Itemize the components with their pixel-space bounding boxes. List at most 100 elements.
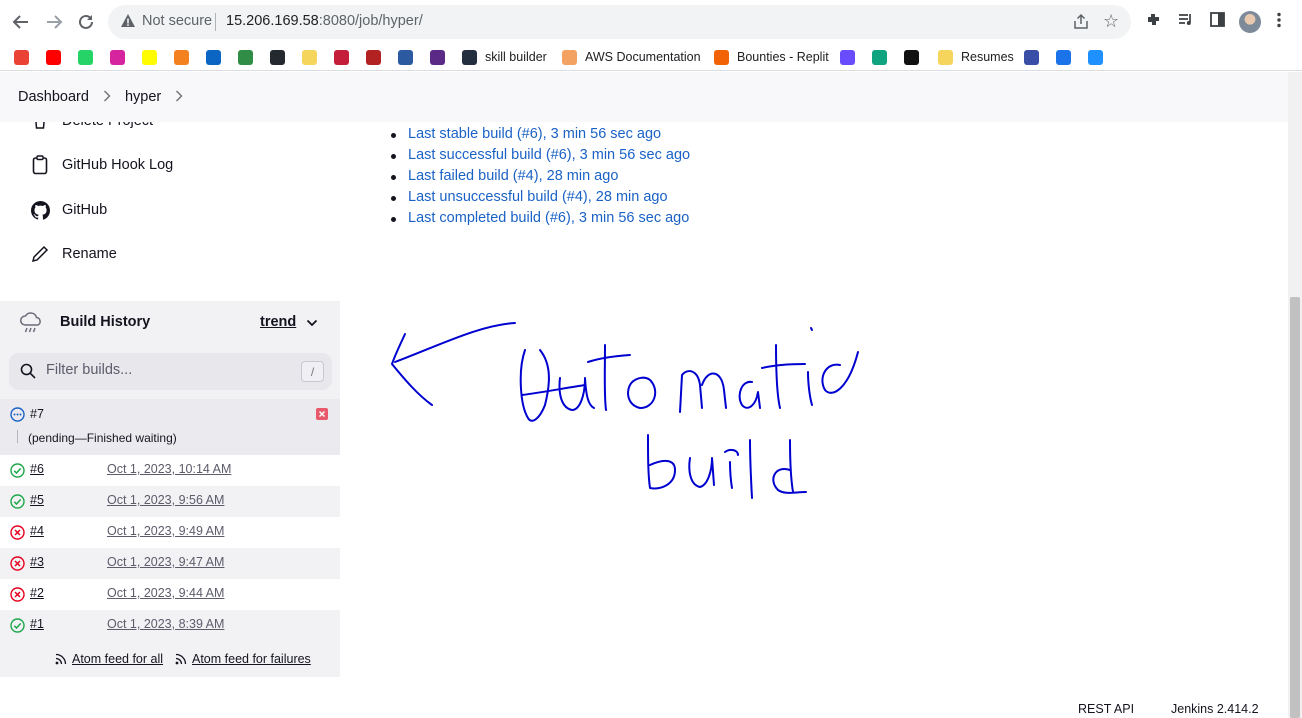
build-row[interactable]: #6 Oct 1, 2023, 10:14 AM (0, 455, 340, 486)
whatsapp-icon (78, 49, 93, 65)
extensions-icon[interactable] (1145, 11, 1162, 33)
bookmark-item[interactable] (206, 49, 221, 65)
bookmark-star-icon[interactable]: ☆ (1103, 11, 1119, 32)
build-number-link[interactable]: #6 (30, 462, 44, 476)
bookmark-item[interactable] (872, 49, 887, 65)
permalink-text[interactable]: Last failed build (#4), 28 min ago (408, 168, 618, 184)
reload-button[interactable] (73, 9, 99, 35)
permalink-text[interactable]: Last successful build (#6), 3 min 56 sec… (408, 147, 690, 163)
permalink-text[interactable]: Last completed build (#6), 3 min 56 sec … (408, 210, 689, 226)
build-number-link[interactable]: #1 (30, 617, 44, 631)
forward-button[interactable] (41, 9, 67, 35)
build-number-link[interactable]: #5 (30, 493, 44, 507)
jenkins-version-link[interactable]: Jenkins 2.414.2 (1171, 702, 1259, 716)
atom-feed-all-link[interactable]: Atom feed for all (55, 652, 163, 666)
bookmark-label: skill builder (485, 50, 547, 64)
bookmark-item[interactable] (1088, 49, 1103, 65)
bookmark-item[interactable] (302, 49, 317, 65)
bookmark-item[interactable]: skill builder (462, 49, 547, 65)
url-text[interactable]: 15.206.169.58:8080/job/hyper/ (226, 13, 423, 29)
breadcrumb-hyper[interactable]: hyper (125, 89, 161, 105)
vivaldi-icon (430, 49, 445, 65)
build-number-link[interactable]: #4 (30, 524, 44, 538)
bookmark-item[interactable] (1056, 49, 1071, 65)
failed-status-icon (10, 587, 25, 602)
bookmark-item[interactable] (334, 49, 349, 65)
back-button[interactable] (8, 9, 34, 35)
page-scrollbar[interactable] (1288, 72, 1302, 718)
build-date-link[interactable]: Oct 1, 2023, 9:56 AM (107, 493, 224, 507)
bookmark-item[interactable] (270, 49, 285, 65)
security-label[interactable]: Not secure (142, 13, 212, 29)
pencil-icon (30, 243, 50, 265)
bookmark-item[interactable] (174, 49, 189, 65)
address-bar[interactable]: Not secure 15.206.169.58:8080/job/hyper/… (108, 5, 1131, 39)
permalink-text[interactable]: Last unsuccessful build (#4), 28 min ago (408, 189, 668, 205)
chevron-down-icon[interactable] (305, 316, 319, 330)
bookmark-item[interactable]: Bounties - Replit (714, 49, 829, 65)
menu-kebab-icon[interactable] (1276, 12, 1282, 33)
build-date-link[interactable]: Oct 1, 2023, 9:47 AM (107, 555, 224, 569)
pending-build-number[interactable]: #7 (30, 407, 44, 421)
bookmark-item[interactable] (238, 49, 253, 65)
build-date-link[interactable]: Oct 1, 2023, 8:39 AM (107, 617, 224, 631)
profile-avatar[interactable] (1239, 11, 1261, 33)
filter-builds-input[interactable] (46, 362, 286, 378)
rss-icon (55, 653, 67, 665)
success-status-icon (10, 463, 25, 478)
permalink-last-stable[interactable]: Last stable build (#6), 3 min 56 sec ago (388, 126, 690, 147)
chevron-right-icon[interactable] (175, 89, 183, 105)
breadcrumb-dashboard[interactable]: Dashboard (18, 89, 89, 105)
bookmark-item[interactable] (366, 49, 381, 65)
build-row[interactable]: #3 Oct 1, 2023, 9:47 AM (0, 548, 340, 579)
pending-build-row[interactable]: #7 (pending—Finished waiting) (0, 399, 340, 455)
permalink-last-successful[interactable]: Last successful build (#6), 3 min 56 sec… (388, 147, 690, 168)
aws-docs-icon (562, 49, 577, 65)
bookmark-item[interactable] (1024, 49, 1039, 65)
build-row[interactable]: #4 Oct 1, 2023, 9:49 AM (0, 517, 340, 548)
build-number-link[interactable]: #3 (30, 555, 44, 569)
bookmark-item[interactable] (142, 49, 157, 65)
box-icon (174, 49, 189, 65)
build-date-link[interactable]: Oct 1, 2023, 9:44 AM (107, 586, 224, 600)
bookmark-item[interactable] (398, 49, 413, 65)
build-row[interactable]: #1 Oct 1, 2023, 8:39 AM (0, 610, 340, 641)
bookmark-item[interactable] (14, 49, 29, 65)
sidebar-item-github[interactable]: GitHub (30, 198, 107, 222)
atom-feed-failures-link[interactable]: Atom feed for failures (175, 652, 311, 666)
permalink-last-completed[interactable]: Last completed build (#6), 3 min 56 sec … (388, 210, 690, 231)
bookmark-item[interactable] (78, 49, 93, 65)
chevron-right-icon (103, 89, 111, 105)
sidebar-item-github-hook-log[interactable]: GitHub Hook Log (30, 153, 173, 177)
cancel-build-icon[interactable] (316, 408, 328, 420)
rest-api-link[interactable]: REST API (1078, 702, 1134, 716)
build-row[interactable]: #5 Oct 1, 2023, 9:56 AM (0, 486, 340, 517)
sidebar-item-label: Rename (62, 246, 117, 262)
bookmark-item[interactable]: AWS Documentation (562, 49, 701, 65)
build-date-link[interactable]: Oct 1, 2023, 10:14 AM (107, 462, 231, 476)
build-number-link[interactable]: #2 (30, 586, 44, 600)
build-history-header: Build History trend (0, 301, 340, 345)
build-row[interactable]: #2 Oct 1, 2023, 9:44 AM (0, 579, 340, 610)
jenkins-job-page: Dashboard hyper Delete Project GitHub Ho… (0, 72, 1288, 718)
bookmark-item[interactable] (46, 49, 61, 65)
media-control-icon[interactable] (1177, 11, 1194, 33)
bookmark-item[interactable]: Resumes (938, 49, 1014, 65)
bookmark-item[interactable] (840, 49, 855, 65)
permalink-text[interactable]: Last stable build (#6), 3 min 56 sec ago (408, 126, 661, 142)
clipboard-icon (30, 154, 50, 176)
trend-link[interactable]: trend (260, 314, 296, 330)
scrollbar-thumb[interactable] (1290, 297, 1300, 718)
permalink-last-unsuccessful[interactable]: Last unsuccessful build (#4), 28 min ago (388, 189, 690, 210)
permalink-last-failed[interactable]: Last failed build (#4), 28 min ago (388, 168, 690, 189)
sidebar-item-rename[interactable]: Rename (30, 242, 117, 266)
bookmark-circle-icon (366, 49, 381, 65)
build-date-link[interactable]: Oct 1, 2023, 9:49 AM (107, 524, 224, 538)
bookmark-item[interactable] (110, 49, 125, 65)
bookmark-item[interactable] (904, 49, 919, 65)
share-icon[interactable] (1072, 13, 1090, 31)
filter-builds-field[interactable]: / (9, 353, 332, 390)
bookmark-item[interactable] (430, 49, 445, 65)
side-panel-icon[interactable] (1209, 11, 1226, 33)
rss-icon (175, 653, 187, 665)
